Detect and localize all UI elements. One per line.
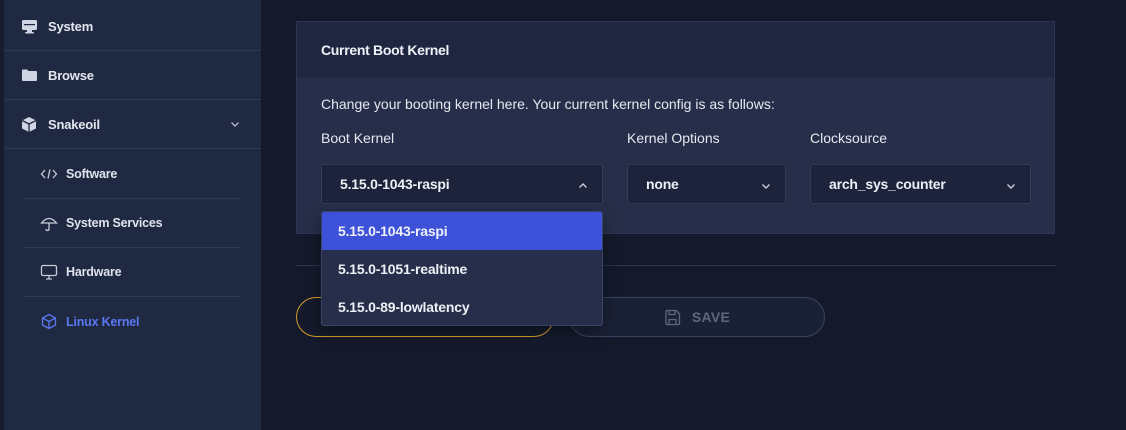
- sidebar-item-browse[interactable]: Browse: [4, 51, 261, 100]
- save-label: SAVE: [691, 309, 731, 325]
- dropdown-option[interactable]: 5.15.0-1043-raspi: [322, 212, 602, 250]
- dropdown-option[interactable]: 5.15.0-89-lowlatency: [322, 288, 602, 325]
- umbrella-icon: [40, 214, 58, 232]
- sidebar-item-system[interactable]: System: [4, 2, 261, 51]
- chevron-up-icon: [577, 179, 589, 191]
- sidebar-item-label: Browse: [48, 67, 94, 83]
- sidebar-subitem-linux-kernel[interactable]: Linux Kernel: [24, 297, 240, 346]
- boot-kernel-card: Current Boot Kernel Change your booting …: [296, 21, 1055, 234]
- folder-icon: [20, 66, 38, 84]
- clocksource-label: Clocksource: [810, 130, 888, 146]
- monitor-icon: [40, 263, 58, 281]
- kernel-options-value: none: [646, 176, 679, 192]
- clocksource-value: arch_sys_counter: [829, 176, 946, 192]
- chevron-down-icon: [1005, 179, 1017, 191]
- cube-icon: [20, 115, 38, 133]
- monitor-icon: [20, 17, 38, 35]
- chevron-down-icon: [229, 118, 241, 130]
- sidebar-item-label: System Services: [66, 216, 163, 230]
- clocksource-select[interactable]: arch_sys_counter: [810, 164, 1031, 204]
- sidebar: System Browse Snakeoil Software System S…: [0, 0, 261, 430]
- dropdown-option[interactable]: 5.15.0-1051-realtime: [322, 250, 602, 288]
- sidebar-item-label: Software: [66, 167, 118, 181]
- boot-kernel-dropdown: 5.15.0-1043-raspi 5.15.0-1051-realtime 5…: [321, 211, 603, 326]
- sidebar-item-label: Hardware: [66, 265, 122, 279]
- card-description: Change your booting kernel here. Your cu…: [321, 96, 775, 112]
- boot-kernel-label: Boot Kernel: [321, 130, 395, 146]
- sidebar-subitem-hardware[interactable]: Hardware: [24, 248, 240, 297]
- boot-kernel-value: 5.15.0-1043-raspi: [340, 176, 450, 192]
- code-icon: [40, 165, 58, 183]
- chevron-down-icon: [760, 179, 772, 191]
- kernel-options-label: Kernel Options: [627, 130, 720, 146]
- sidebar-item-label: Snakeoil: [48, 116, 100, 132]
- sidebar-subitem-system-services[interactable]: System Services: [24, 199, 240, 248]
- save-button[interactable]: SAVE: [569, 297, 825, 337]
- boot-kernel-select[interactable]: 5.15.0-1043-raspi: [321, 164, 603, 204]
- save-icon: [664, 308, 682, 326]
- cube-icon: [40, 313, 58, 331]
- sidebar-item-label: System: [48, 18, 94, 34]
- sidebar-item-label: Linux Kernel: [66, 314, 140, 329]
- kernel-options-select[interactable]: none: [627, 164, 786, 204]
- sidebar-subitem-software[interactable]: Software: [24, 150, 240, 199]
- sidebar-item-snakeoil[interactable]: Snakeoil: [4, 100, 261, 149]
- card-title: Current Boot Kernel: [297, 22, 1054, 77]
